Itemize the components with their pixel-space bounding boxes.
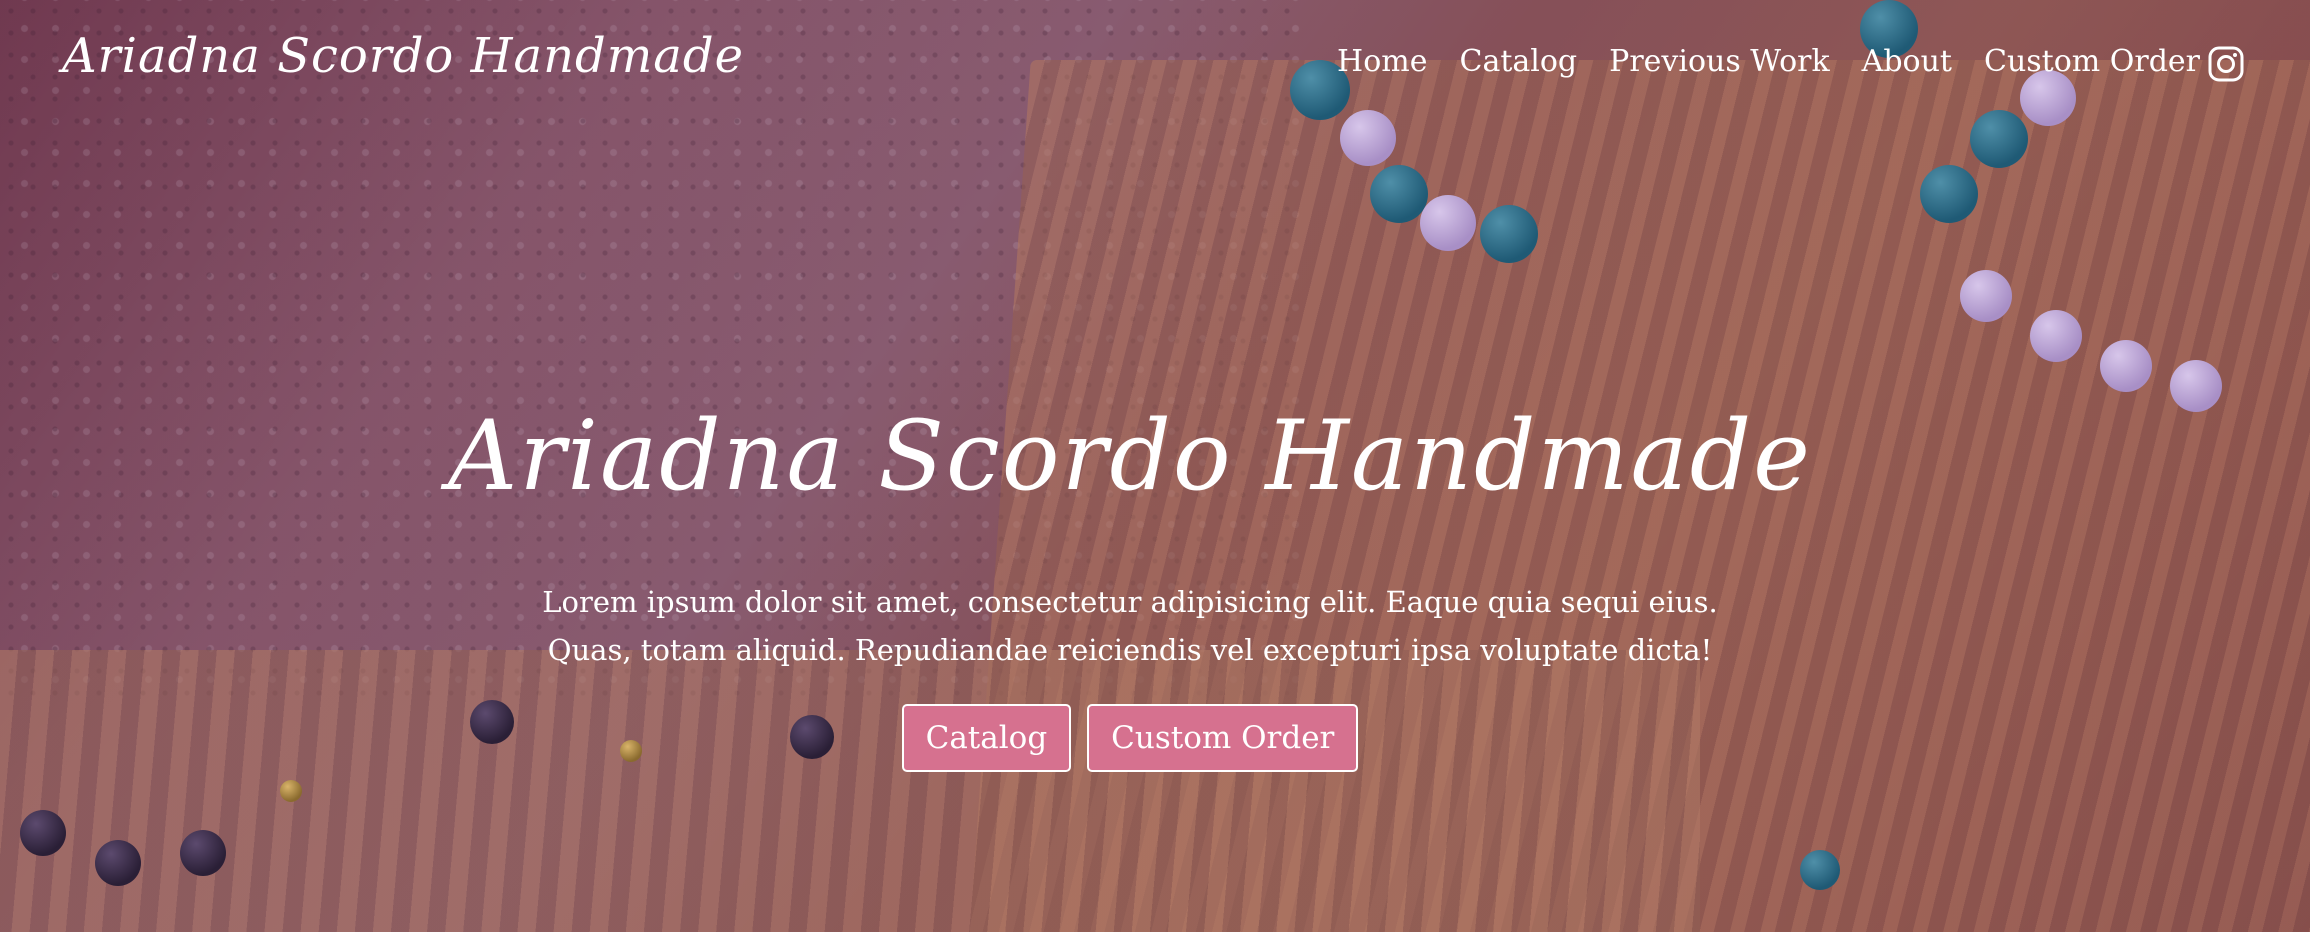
bead-decoration (2030, 310, 2082, 362)
hero-title: Ariadna Scordo Handmade (448, 400, 1812, 512)
bead-decoration (95, 840, 141, 886)
brand-logo[interactable]: Ariadna Scordo Handmade (62, 28, 744, 84)
bead-decoration (1480, 205, 1538, 263)
hero-section: Ariadna Scordo Handmade Home Catalog Pre… (0, 0, 2310, 932)
bead-decoration (1960, 270, 2012, 322)
instagram-icon[interactable] (2208, 46, 2244, 82)
nav-link-previous-work[interactable]: Previous Work (1609, 44, 1830, 79)
hero-buttons: Catalog Custom Order (0, 704, 2260, 772)
nav-link-home[interactable]: Home (1337, 44, 1427, 79)
catalog-button[interactable]: Catalog (901, 704, 1072, 772)
bead-decoration (280, 780, 302, 802)
top-navbar: Ariadna Scordo Handmade Home Catalog Pre… (0, 0, 2310, 130)
bead-decoration (1800, 850, 1840, 890)
background-wood-front (0, 650, 1700, 932)
bead-decoration (1920, 165, 1978, 223)
nav-link-custom-order[interactable]: Custom Order (1984, 44, 2200, 79)
instagram-icon-glyph (2208, 46, 2244, 82)
bead-decoration (1370, 165, 1428, 223)
custom-order-button[interactable]: Custom Order (1087, 704, 1359, 772)
bead-decoration (1420, 195, 1476, 251)
hero-description: Lorem ipsum dolor sit amet, consectetur … (542, 585, 1718, 667)
nav-links: Home Catalog Previous Work About Custom … (1337, 44, 2200, 79)
nav-link-about[interactable]: About (1862, 44, 1952, 79)
bead-decoration (20, 810, 66, 856)
nav-link-catalog[interactable]: Catalog (1459, 44, 1577, 79)
bead-decoration (2100, 340, 2152, 392)
bead-decoration (180, 830, 226, 876)
